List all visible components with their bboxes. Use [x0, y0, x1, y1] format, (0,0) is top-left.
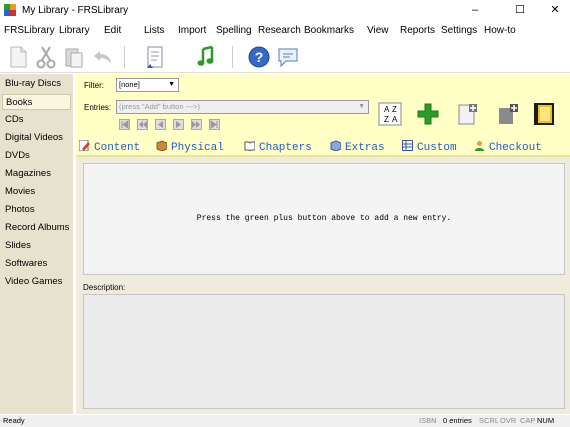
status-text: Ready	[3, 416, 25, 425]
sidebar-item-softwares[interactable]: Softwares	[2, 256, 71, 272]
chat-bubble-icon[interactable]	[275, 44, 301, 70]
sidebar-item-record-albums[interactable]: Record Albums	[2, 220, 71, 236]
last-record-button[interactable]	[209, 119, 220, 130]
tab-label: Content	[94, 142, 141, 154]
sort-text-4: A	[392, 115, 398, 124]
paste-icon[interactable]	[61, 44, 87, 70]
cube-icon	[330, 140, 342, 152]
sidebar-item-movies[interactable]: Movies	[2, 184, 71, 200]
toolbar: ?	[0, 40, 570, 73]
tab-checkout[interactable]: Checkout	[474, 140, 542, 155]
entry-content-area: Press the green plus button above to add…	[83, 163, 565, 275]
help-icon[interactable]: ?	[246, 44, 272, 70]
window-title: My Library - FRSLibrary	[22, 5, 129, 16]
app-icon	[4, 4, 16, 16]
table-icon	[402, 140, 413, 151]
sidebar-item-digital-videos[interactable]: Digital Videos	[2, 130, 71, 146]
status-ovr: OVR	[500, 416, 517, 425]
close-button[interactable]: ✕	[540, 1, 570, 19]
tab-chapters[interactable]: Chapters	[244, 140, 312, 155]
library-book-icon[interactable]	[532, 102, 556, 126]
edit-icon	[78, 139, 90, 152]
menu-how-to[interactable]: How-to	[484, 25, 516, 36]
menu-bookmarks[interactable]: Bookmarks	[304, 25, 354, 36]
tab-label: Chapters	[259, 142, 312, 154]
tab-strip: Content Physical Chapters Extras Custom …	[76, 139, 570, 157]
tab-label: Checkout	[489, 142, 542, 154]
add-entry-button[interactable]	[416, 102, 440, 126]
next-record-button[interactable]	[173, 119, 184, 130]
filter-label: Filter:	[84, 81, 104, 90]
new-document-icon[interactable]	[5, 44, 31, 70]
menu-research[interactable]: Research	[258, 25, 301, 36]
copy-entry-icon[interactable]	[455, 102, 479, 126]
menu-lists[interactable]: Lists	[144, 25, 165, 36]
duplicate-entry-icon[interactable]	[496, 102, 520, 126]
entries-select[interactable]: (press "Add" button --->) ▼	[116, 100, 369, 114]
menu-bar: FRSLibrary Library Edit Lists Import Spe…	[0, 22, 570, 38]
status-isbn: ISBN	[419, 416, 437, 425]
tab-custom[interactable]: Custom	[402, 140, 457, 155]
sidebar-item-magazines[interactable]: Magazines	[2, 166, 71, 182]
tab-label: Custom	[417, 142, 457, 154]
book-icon	[244, 140, 256, 152]
minimize-button[interactable]: –	[460, 1, 490, 19]
filter-value: [none]	[119, 80, 140, 89]
status-num: NUM	[537, 416, 555, 425]
tab-physical[interactable]: Physical	[156, 140, 224, 155]
sidebar-item-blu-ray-discs[interactable]: Blu-ray Discs	[2, 76, 71, 92]
menu-spelling[interactable]: Spelling	[216, 25, 252, 36]
menu-import[interactable]: Import	[178, 25, 206, 36]
menu-library[interactable]: Library	[59, 25, 90, 36]
tab-label: Extras	[345, 142, 385, 154]
sidebar-item-slides[interactable]: Slides	[2, 238, 71, 254]
chevron-down-icon: ▼	[168, 81, 175, 88]
chevron-down-icon: ▼	[358, 103, 365, 110]
entries-label: Entries:	[84, 103, 112, 112]
entries-value: (press "Add" button --->)	[119, 102, 200, 111]
prev-record-button[interactable]	[155, 119, 166, 130]
description-label: Description:	[83, 283, 126, 292]
empty-message: Press the green plus button above to add…	[196, 214, 452, 223]
filter-select[interactable]: [none] ▼	[116, 78, 179, 92]
box-icon	[156, 140, 168, 152]
first-record-button[interactable]	[119, 119, 130, 130]
menu-settings[interactable]: Settings	[441, 25, 477, 36]
tab-label: Physical	[171, 142, 224, 154]
description-field[interactable]	[83, 294, 565, 409]
undo-icon[interactable]	[89, 44, 115, 70]
tab-extras[interactable]: Extras	[330, 140, 385, 155]
main-panel: Filter: [none] ▼ Entries: (press "Add" b…	[76, 74, 570, 414]
sort-text-3: Z	[384, 115, 389, 124]
sidebar-item-photos[interactable]: Photos	[2, 202, 71, 218]
sidebar-item-books[interactable]: Books	[2, 94, 71, 110]
menu-edit[interactable]: Edit	[104, 25, 121, 36]
sidebar-item-dvds[interactable]: DVDs	[2, 148, 71, 164]
next-page-button[interactable]	[191, 119, 202, 130]
category-sidebar: Blu-ray Discs Books CDs Digital Videos D…	[0, 74, 73, 414]
status-scrl: SCRL	[479, 416, 500, 425]
menu-view[interactable]: View	[367, 25, 389, 36]
title-bar: My Library - FRSLibrary – ☐ ✕	[0, 0, 570, 20]
menu-reports[interactable]: Reports	[400, 25, 435, 36]
prev-page-button[interactable]	[137, 119, 148, 130]
entry-form: Filter: [none] ▼ Entries: (press "Add" b…	[76, 74, 570, 140]
person-icon	[474, 140, 485, 151]
menu-frslibrary[interactable]: FRSLibrary	[4, 25, 55, 36]
maximize-button[interactable]: ☐	[505, 1, 535, 19]
cut-icon[interactable]	[33, 44, 59, 70]
sidebar-item-video-games[interactable]: Video Games	[2, 274, 71, 290]
svg-text:?: ?	[255, 49, 264, 65]
status-entries-count: 0 entries	[443, 416, 472, 425]
book-reader-icon[interactable]	[142, 44, 168, 70]
sort-text-2: Z	[392, 105, 397, 114]
status-bar: Ready ISBN 0 entries SCRL OVR CAP NUM	[0, 415, 570, 427]
sidebar-item-cds[interactable]: CDs	[2, 112, 71, 128]
sort-az-icon[interactable]: A Z Z A	[378, 102, 402, 126]
status-cap: CAP	[520, 416, 536, 425]
sort-text-1: A	[384, 105, 390, 114]
tab-content[interactable]: Content	[78, 139, 141, 155]
music-note-icon[interactable]	[193, 44, 219, 70]
